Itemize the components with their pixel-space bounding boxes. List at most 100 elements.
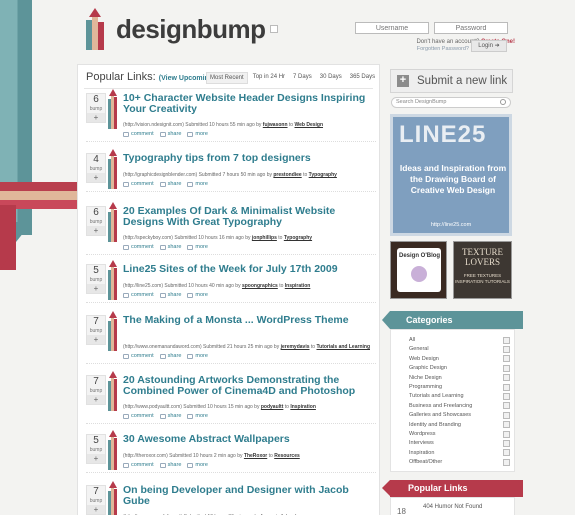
link-category[interactable]: Inspiration bbox=[290, 404, 316, 410]
more-button[interactable]: more bbox=[187, 413, 208, 419]
submit-link-button[interactable]: + Submit a new link bbox=[390, 69, 513, 93]
link-user[interactable]: spoongraphics bbox=[242, 283, 278, 289]
category-checkbox[interactable] bbox=[503, 402, 510, 410]
forgot-password-link[interactable]: Forgotten Password? bbox=[355, 46, 469, 52]
link-user[interactable]: prestondiee bbox=[273, 172, 301, 178]
bump-button[interactable]: + bbox=[87, 505, 105, 514]
link-category[interactable]: Typography bbox=[284, 235, 312, 241]
category-checkbox[interactable] bbox=[503, 449, 510, 457]
category-checkbox[interactable] bbox=[503, 374, 510, 382]
category-checkbox[interactable] bbox=[503, 364, 510, 372]
more-button[interactable]: more bbox=[187, 292, 208, 298]
category-checkbox[interactable] bbox=[503, 336, 510, 344]
bump-button[interactable]: + bbox=[87, 284, 105, 293]
link-user[interactable]: jonphillips bbox=[252, 235, 277, 241]
category-item[interactable]: Interviews bbox=[409, 440, 434, 446]
site-logo[interactable]: designbump bbox=[84, 8, 278, 50]
link-category[interactable]: Resources bbox=[274, 453, 300, 459]
link-title[interactable]: 20 Examples Of Dark & Minimalist Website… bbox=[123, 206, 373, 228]
search-icon[interactable] bbox=[500, 99, 506, 105]
bump-button[interactable]: + bbox=[87, 395, 105, 404]
category-item[interactable]: Wordpress bbox=[409, 431, 436, 437]
share-button[interactable]: share bbox=[159, 181, 181, 187]
share-icon bbox=[159, 462, 166, 468]
category-item[interactable]: General bbox=[409, 346, 429, 352]
link-title[interactable]: 20 Astounding Artworks Demonstrating the… bbox=[123, 375, 373, 397]
item-divider bbox=[86, 302, 376, 303]
comment-button[interactable]: comment bbox=[123, 353, 154, 359]
category-checkbox[interactable] bbox=[503, 458, 510, 466]
category-checkbox[interactable] bbox=[503, 439, 510, 447]
share-button[interactable]: share bbox=[159, 244, 181, 250]
more-button[interactable]: more bbox=[187, 244, 208, 250]
link-user[interactable]: fujwasonn bbox=[263, 122, 288, 128]
more-button[interactable]: more bbox=[187, 131, 208, 137]
link-category[interactable]: Inspiration bbox=[285, 283, 311, 289]
tab-top-24hr[interactable]: Top in 24 Hr bbox=[250, 72, 288, 84]
link-title[interactable]: 10+ Character Website Header Designs Ins… bbox=[123, 93, 373, 115]
bump-button[interactable]: + bbox=[87, 335, 105, 344]
ad-texture-lovers[interactable]: TEXTURE LOVERS FREE TEXTURES INSPIRATION… bbox=[453, 241, 512, 299]
category-item[interactable]: Business and Freelancing bbox=[409, 403, 472, 409]
category-item[interactable]: Niche Design bbox=[409, 375, 442, 381]
link-user[interactable]: TheRoxor bbox=[244, 453, 267, 459]
more-button[interactable]: more bbox=[187, 462, 208, 468]
category-item[interactable]: Programming bbox=[409, 384, 442, 390]
category-item[interactable]: All bbox=[409, 337, 415, 343]
share-button[interactable]: share bbox=[159, 292, 181, 298]
password-input[interactable] bbox=[434, 22, 508, 34]
comment-button[interactable]: comment bbox=[123, 131, 154, 137]
bump-button[interactable]: + bbox=[87, 113, 105, 122]
link-category[interactable]: Web Design bbox=[294, 122, 323, 128]
comment-button[interactable]: comment bbox=[123, 462, 154, 468]
link-title[interactable]: The Making of a Monsta ... WordPress The… bbox=[123, 315, 373, 326]
comment-button[interactable]: comment bbox=[123, 413, 154, 419]
bump-button[interactable]: + bbox=[87, 173, 105, 182]
share-button[interactable]: share bbox=[159, 131, 181, 137]
share-button[interactable]: share bbox=[159, 413, 181, 419]
username-input[interactable] bbox=[355, 22, 429, 34]
category-item[interactable]: Graphic Design bbox=[409, 365, 447, 371]
category-checkbox[interactable] bbox=[503, 430, 510, 438]
vote-count: 5 bbox=[93, 265, 99, 276]
link-user[interactable]: podyaultt bbox=[261, 404, 284, 410]
share-button[interactable]: share bbox=[159, 462, 181, 468]
tab-7-days[interactable]: 7 Days bbox=[290, 72, 315, 84]
link-title[interactable]: On being Developer and Designer with Jac… bbox=[123, 485, 373, 507]
tab-most-recent[interactable]: Most Recent bbox=[206, 72, 248, 84]
category-item[interactable]: Identity and Branding bbox=[409, 422, 461, 428]
comment-button[interactable]: comment bbox=[123, 181, 154, 187]
category-item[interactable]: Inspiration bbox=[409, 450, 434, 456]
category-checkbox[interactable] bbox=[503, 345, 510, 353]
ad-line25[interactable]: LINE25 Ideas and Inspiration from the Dr… bbox=[390, 114, 512, 236]
link-title[interactable]: Line25 Sites of the Week for July 17th 2… bbox=[123, 264, 373, 275]
category-checkbox[interactable] bbox=[503, 411, 510, 419]
comment-button[interactable]: comment bbox=[123, 244, 154, 250]
category-checkbox[interactable] bbox=[503, 355, 510, 363]
category-checkbox[interactable] bbox=[503, 383, 510, 391]
link-user[interactable]: jeremydavis bbox=[281, 344, 310, 350]
share-button[interactable]: share bbox=[159, 353, 181, 359]
bump-button[interactable]: + bbox=[87, 226, 105, 235]
more-button[interactable]: more bbox=[187, 181, 208, 187]
vote-box: 5 bump + bbox=[86, 434, 106, 464]
comment-button[interactable]: comment bbox=[123, 292, 154, 298]
bump-button[interactable]: + bbox=[87, 454, 105, 463]
login-button[interactable]: Login ➜ bbox=[471, 40, 507, 52]
ad-design-oblog[interactable]: Design O'Blog bbox=[390, 241, 447, 299]
category-item[interactable]: Tutorials and Learning bbox=[409, 393, 464, 399]
link-category[interactable]: Typography bbox=[309, 172, 337, 178]
more-button[interactable]: more bbox=[187, 353, 208, 359]
popular-item-title[interactable]: 404 Humor Not Found bbox=[423, 504, 482, 510]
category-item[interactable]: Galleries and Showcases bbox=[409, 412, 471, 418]
link-category[interactable]: Tutorials and Learning bbox=[316, 344, 370, 350]
category-item[interactable]: Offbeat/Other bbox=[409, 459, 442, 465]
category-item[interactable]: Web Design bbox=[409, 356, 439, 362]
category-checkbox[interactable] bbox=[503, 421, 510, 429]
tab-30-days[interactable]: 30 Days bbox=[317, 72, 345, 84]
link-title[interactable]: Typography tips from 7 top designers bbox=[123, 153, 373, 164]
link-title[interactable]: 30 Awesome Abstract Wallpapers bbox=[123, 434, 373, 445]
search-input[interactable]: Search DesignBump bbox=[391, 97, 511, 108]
category-checkbox[interactable] bbox=[503, 392, 510, 400]
tab-365-days[interactable]: 365 Days bbox=[347, 72, 378, 84]
